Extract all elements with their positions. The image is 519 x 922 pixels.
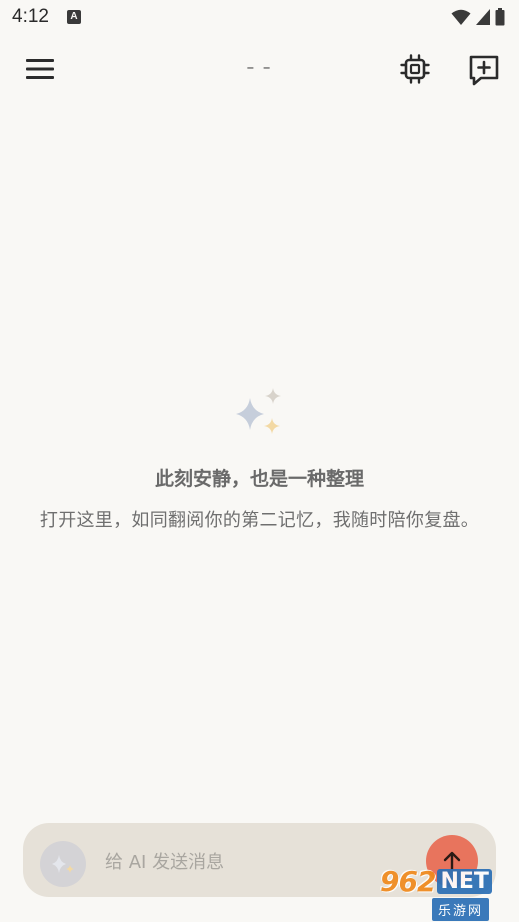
model-chip-button[interactable] — [398, 52, 432, 86]
chip-icon — [400, 54, 430, 84]
empty-state: 此刻安静，也是一种整理 打开这里，如同翻阅你的第二记忆，我随时陪你复盘。 — [0, 384, 519, 532]
status-time: 4:12 — [12, 6, 49, 27]
top-app-bar: – – — [0, 44, 519, 94]
message-input[interactable] — [103, 843, 407, 881]
watermark-brand: 962 NET — [380, 864, 516, 898]
watermark-number: 962 — [380, 864, 436, 898]
empty-state-subtitle: 打开这里，如同翻阅你的第二记忆，我随时陪你复盘。 — [39, 510, 480, 531]
signal-icon — [476, 9, 490, 25]
battery-icon — [495, 8, 505, 26]
sparkle-avatar-icon — [52, 855, 74, 873]
notification-app-icon: A — [67, 10, 81, 24]
sparkle-icon — [235, 388, 281, 434]
app-title: – – — [246, 58, 273, 76]
watermark-cn: 乐游网 — [432, 898, 490, 921]
empty-state-title: 此刻安静，也是一种整理 — [154, 468, 364, 490]
watermark-suffix: NET — [437, 868, 492, 894]
add-chat-icon — [469, 55, 499, 86]
site-watermark: 962 NET 乐游网 — [380, 864, 516, 921]
status-bar: 4:12 A — [0, 0, 519, 36]
assistant-avatar[interactable] — [40, 841, 86, 887]
wifi-icon — [451, 9, 471, 25]
status-indicators — [451, 8, 505, 26]
new-chat-button[interactable] — [466, 52, 502, 88]
